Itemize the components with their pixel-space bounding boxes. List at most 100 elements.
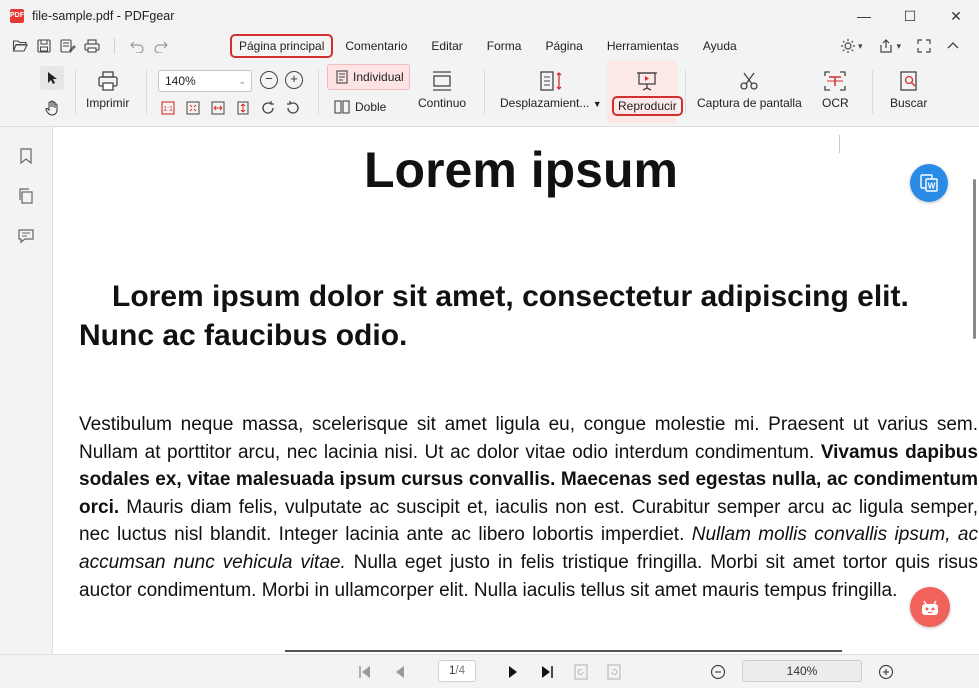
chevron-down-icon: ▾: [857, 40, 863, 51]
presentation-icon: [637, 72, 658, 91]
ocr-button[interactable]: OCR: [822, 70, 849, 110]
fit-page-icon: [186, 101, 200, 115]
fullscreen-icon: [917, 39, 931, 53]
redo-icon[interactable]: [151, 36, 171, 56]
bookmark-icon: [20, 148, 32, 164]
zoom-in-button[interactable]: +: [285, 71, 303, 89]
status-zoom-in-button[interactable]: [877, 663, 895, 681]
caret-down-icon: ▼: [592, 99, 602, 109]
hand-icon: [45, 100, 58, 116]
previous-view-icon: [574, 664, 588, 680]
ocr-label: OCR: [822, 96, 849, 110]
fullscreen-button[interactable]: [917, 39, 931, 53]
zoom-out-icon: [710, 664, 726, 680]
rotate-counterclockwise-button[interactable]: [285, 100, 301, 116]
fit-width-button[interactable]: [210, 100, 226, 116]
menu-pagina[interactable]: Página: [533, 35, 594, 57]
undo-icon[interactable]: [127, 36, 147, 56]
menu-comentario[interactable]: Comentario: [333, 35, 419, 57]
previous-page-icon: [396, 666, 404, 678]
document-paragraph: Vestibulum neque massa, scelerisque sit …: [79, 414, 978, 601]
next-page-button[interactable]: [504, 663, 522, 681]
fit-height-button[interactable]: [235, 100, 251, 116]
horizontal-scrollbar[interactable]: [285, 650, 842, 652]
document-view[interactable]: Lorem ipsum Lorem ipsum dolor sit amet, …: [53, 127, 979, 654]
ribbon-toolbar: Imprimir 140% ⌄ − + 1:1 Individual Doble…: [0, 60, 979, 126]
next-page-icon: [509, 666, 517, 678]
next-view-button[interactable]: [605, 663, 623, 681]
pdfgear-logo-icon: PDF: [10, 9, 24, 23]
previous-view-button[interactable]: [572, 663, 590, 681]
double-page-button[interactable]: Doble: [334, 100, 386, 114]
main-menu: Página principal Comentario Editar Forma…: [230, 32, 749, 60]
maximize-button[interactable]: ☐: [887, 0, 933, 32]
screenshot-button[interactable]: Captura de pantalla: [697, 70, 802, 110]
scissors-icon: [740, 72, 759, 90]
status-zoom-level[interactable]: 140%: [742, 660, 862, 682]
play-slideshow-button[interactable]: Reproducir: [612, 70, 683, 116]
zoom-select[interactable]: 140% ⌄: [158, 70, 252, 92]
ai-assistant-button[interactable]: [910, 587, 950, 627]
menu-row: Página principal Comentario Editar Forma…: [0, 32, 979, 60]
share-button[interactable]: ▾: [878, 38, 901, 54]
menu-pagina-principal[interactable]: Página principal: [230, 34, 334, 58]
separator: [685, 70, 686, 114]
screenshot-label: Captura de pantalla: [697, 96, 802, 110]
thumbnails-panel-button[interactable]: [17, 187, 35, 205]
minimize-button[interactable]: —: [841, 0, 887, 32]
search-document-icon: [900, 71, 917, 91]
menu-forma[interactable]: Forma: [475, 35, 534, 57]
svg-text:W: W: [928, 182, 936, 191]
print-quick-icon[interactable]: [82, 36, 102, 56]
vertical-scrollbar[interactable]: [973, 179, 976, 339]
search-button[interactable]: Buscar: [890, 70, 927, 110]
theme-button[interactable]: ▾: [840, 38, 863, 54]
bookmark-panel-button[interactable]: [17, 147, 35, 165]
menu-herramientas[interactable]: Herramientas: [595, 35, 691, 57]
open-folder-icon[interactable]: [10, 36, 30, 56]
separator: [872, 70, 873, 114]
select-tool-button[interactable]: [40, 66, 64, 90]
save-icon[interactable]: [34, 36, 54, 56]
single-page-icon: [336, 70, 348, 84]
print-button[interactable]: Imprimir: [86, 70, 129, 110]
fit-page-button[interactable]: [185, 100, 201, 116]
page-number-input[interactable]: 1/4: [438, 660, 476, 682]
convert-to-word-button[interactable]: W: [910, 164, 948, 202]
fit-width-icon: [211, 101, 225, 115]
hand-tool-button[interactable]: [40, 96, 64, 120]
rotate-clockwise-button[interactable]: [260, 100, 276, 116]
share-icon: [880, 39, 893, 53]
first-page-button[interactable]: [356, 663, 374, 681]
separator: [318, 70, 319, 114]
save-as-icon[interactable]: [58, 36, 78, 56]
collapse-ribbon-button[interactable]: [947, 41, 959, 51]
scroll-mode-label: Desplazamient... ▼: [500, 96, 602, 110]
printer-icon: [98, 71, 118, 91]
status-zoom-out-button[interactable]: [709, 663, 727, 681]
fit-height-icon: [237, 101, 249, 115]
zoom-in-icon: [878, 664, 894, 680]
actual-size-button[interactable]: 1:1: [160, 100, 176, 116]
menu-ayuda[interactable]: Ayuda: [691, 35, 749, 57]
scroll-mode-dropdown[interactable]: Desplazamient... ▼: [500, 70, 602, 110]
document-heading: Lorem ipsum dolor sit amet, consectetur …: [79, 280, 909, 352]
search-label: Buscar: [890, 96, 928, 110]
zoom-out-button[interactable]: −: [260, 71, 278, 89]
last-page-icon: [542, 666, 553, 678]
comments-panel-button[interactable]: [17, 227, 35, 245]
previous-page-button[interactable]: [391, 663, 409, 681]
left-sidebar: [0, 127, 53, 688]
close-window-button[interactable]: ✕: [933, 0, 979, 32]
menu-editar[interactable]: Editar: [419, 35, 474, 57]
single-page-button[interactable]: Individual: [327, 64, 410, 90]
svg-text:1:1: 1:1: [163, 106, 173, 113]
continuous-button[interactable]: Continuo: [418, 70, 466, 110]
last-page-button[interactable]: [538, 663, 556, 681]
rotate-right-icon: [262, 101, 274, 114]
status-bar: 1/4 140%: [0, 654, 979, 688]
zoom-value: 140%: [165, 74, 196, 88]
play-label: Reproducir: [612, 96, 683, 116]
actual-size-icon: 1:1: [161, 101, 175, 115]
scroll-vertical-icon: [540, 71, 562, 91]
